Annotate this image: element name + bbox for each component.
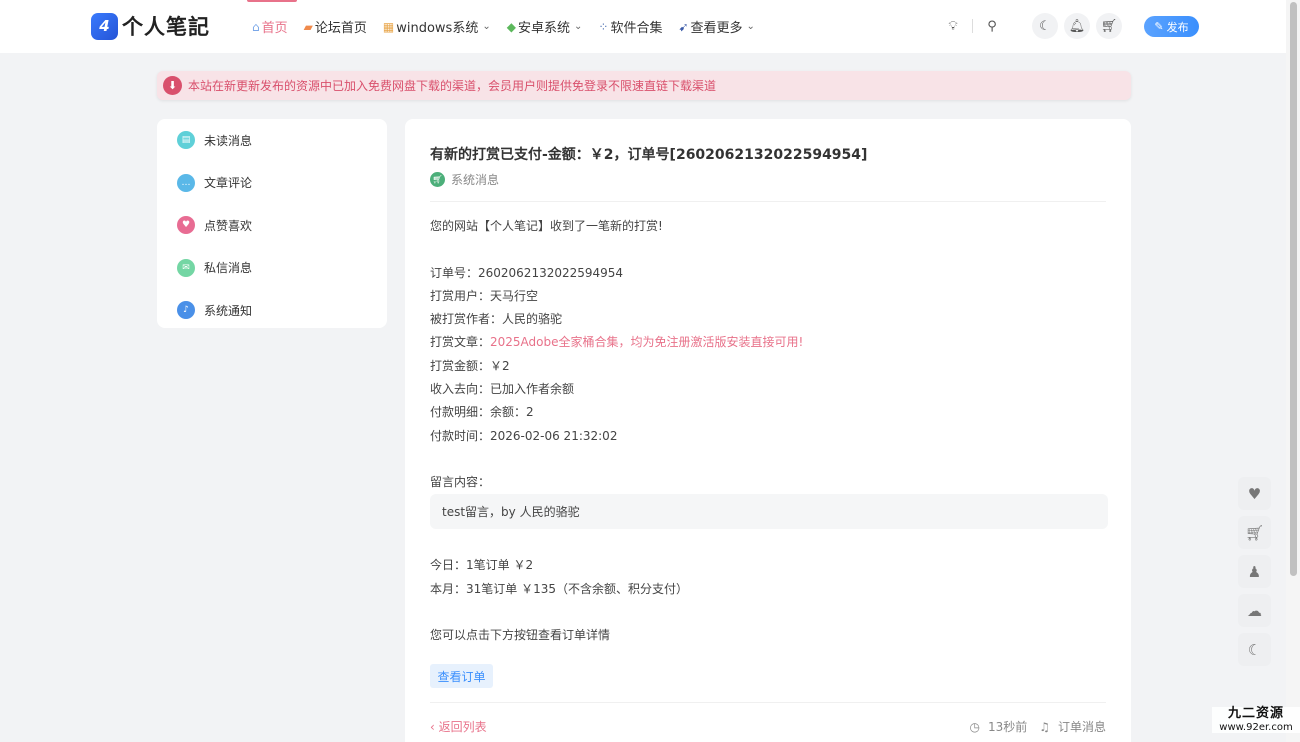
floating-toolbar: ♥ 🛒︎ ♟ ☁ ☾ xyxy=(1238,477,1271,672)
header-tools: 💡︎ ⚲ xyxy=(940,14,1005,38)
nav-label: 软件合集 xyxy=(610,21,663,36)
divider xyxy=(430,702,1106,703)
sidebar-item-likes[interactable]: ♥ 点赞喜欢 xyxy=(157,204,387,247)
article-prefix: 打赏文章： xyxy=(430,335,491,349)
nav-label: 查看更多 xyxy=(690,21,743,36)
logo-text: 个人笔記 xyxy=(122,15,210,39)
divider xyxy=(430,201,1106,202)
nav-label: 首页 xyxy=(261,21,288,36)
watermark-title: 九二资源 xyxy=(1227,706,1284,721)
nav-label: 安卓系统 xyxy=(517,21,570,36)
article-link[interactable]: 2025Adobe全家桶合集，均为免注册激活版安装直接可用! xyxy=(490,335,803,349)
nav-windows[interactable]: ▦ windows系统 ⌄ xyxy=(382,17,491,37)
cart-icon: 🛒︎ xyxy=(430,172,445,187)
cart-icon[interactable]: 🛒︎ xyxy=(1238,516,1271,549)
sidebar-item-label: 系统通知 xyxy=(204,303,253,318)
tip-user: 打赏用户：天马行空 xyxy=(430,289,539,303)
nav-software[interactable]: ⁘ 软件合集 xyxy=(598,17,663,37)
message-detail-card: 有新的打赏已支付-金额：￥2，订单号[2602062132022594954] … xyxy=(405,119,1131,742)
header-actions: ☾ 🔔︎ 🛒︎ xyxy=(1032,13,1122,39)
chevron-down-icon: ⌄ xyxy=(573,21,583,32)
nav-android[interactable]: ◆ 安卓系统 ⌄ xyxy=(506,17,583,37)
pencil-icon: ✎ xyxy=(1154,20,1164,33)
comment-label: 留言内容： xyxy=(430,475,491,489)
page-scrollbar[interactable] xyxy=(1286,0,1300,742)
android-icon: ◆ xyxy=(506,19,516,34)
divider xyxy=(972,19,973,33)
hint-text: 您可以点击下方按钮查看订单详情 xyxy=(430,628,611,642)
moon-icon[interactable]: ☾ xyxy=(1032,13,1058,39)
payment-detail: 付款明细：余额：2 xyxy=(430,405,534,419)
header: 4 个人笔記 ⌂ 首页 ▰ 论坛首页 ▦ windows系统 ⌄ ◆ 安卓系统 … xyxy=(0,0,1286,53)
order-number: 订单号：2602062132022594954 xyxy=(430,266,624,280)
heart-icon: ♥ xyxy=(177,216,195,235)
more-icon: ➹ xyxy=(678,19,689,34)
sidebar-item-system[interactable]: ♪ 系统通知 xyxy=(157,289,387,332)
sidebar-item-label: 未读消息 xyxy=(204,133,253,148)
chevron-down-icon: ⌄ xyxy=(482,21,491,32)
nav-home[interactable]: ⌂ 首页 xyxy=(252,17,288,37)
sidebar-item-label: 私信消息 xyxy=(204,261,253,276)
message-footer-meta: ◷ 13秒前 ♫ 订单消息 xyxy=(969,718,1106,735)
wechat-icon[interactable]: ☁ xyxy=(1238,594,1271,627)
sidebar-item-private[interactable]: ✉ 私信消息 xyxy=(157,247,387,290)
message-title: 有新的打赏已支付-金额：￥2，订单号[2602062132022594954] xyxy=(430,147,868,163)
tip-article: 打赏文章：2025Adobe全家桶合集，均为免注册激活版安装直接可用! xyxy=(430,333,803,350)
comment-text: test留言，by 人民的骆驼 xyxy=(442,505,580,519)
nav-label: windows系统 xyxy=(396,21,479,36)
publish-label: 发布 xyxy=(1166,20,1189,34)
tip-amount: 打赏金额：￥2 xyxy=(430,359,510,373)
site-logo[interactable]: 4 个人笔記 xyxy=(91,12,210,40)
sidebar-item-label: 点赞喜欢 xyxy=(204,218,253,233)
clock-icon: ◷ xyxy=(969,719,980,734)
intro-text: 您的网站【个人笔记】收到了一笔新的打赏! xyxy=(430,219,663,233)
sidebar-item-comments[interactable]: … 文章评论 xyxy=(157,162,387,205)
watermark: 九二资源 www.92er.com xyxy=(1212,706,1300,734)
income-destination: 收入去向：已加入作者余额 xyxy=(430,382,575,396)
lightbulb-icon[interactable]: 💡︎ xyxy=(940,13,966,39)
bell-icon[interactable]: 🔔︎ xyxy=(1064,13,1090,39)
message-type: 订单消息 xyxy=(1057,720,1106,734)
watermark-url: www.92er.com xyxy=(1219,721,1293,733)
back-to-list-link[interactable]: ‹ 返回列表 xyxy=(430,718,487,735)
message-category: 🛒︎ 系统消息 xyxy=(430,171,499,188)
view-order-button[interactable]: 查看订单 xyxy=(430,664,493,688)
main-nav: ⌂ 首页 ▰ 论坛首页 ▦ windows系统 ⌄ ◆ 安卓系统 ⌄ ⁘ 软件合… xyxy=(252,0,771,53)
unread-message-icon: ▤ xyxy=(177,131,195,150)
search-icon[interactable]: ⚲ xyxy=(979,13,1005,39)
private-message-icon: ✉ xyxy=(177,258,195,277)
moon-icon[interactable]: ☾ xyxy=(1238,633,1271,666)
sidebar-item-label: 文章评论 xyxy=(204,176,253,191)
scrollbar-thumb[interactable] xyxy=(1290,2,1297,576)
apps-icon: ⁘ xyxy=(598,19,609,34)
comment-content: test留言，by 人民的骆驼 xyxy=(430,494,1108,529)
heart-icon[interactable]: ♥ xyxy=(1238,477,1271,510)
nav-label: 论坛首页 xyxy=(314,21,367,36)
logo-icon: 4 xyxy=(91,12,118,40)
comment-icon: … xyxy=(177,173,195,192)
tip-author: 被打赏作者：人民的骆驼 xyxy=(430,312,563,326)
nav-more[interactable]: ➹ 查看更多 ⌄ xyxy=(678,17,755,37)
category-label: 系统消息 xyxy=(451,173,500,187)
bell-icon: ♫ xyxy=(1039,719,1050,734)
month-summary: 本月：31笔订单 ￥135（不含余额、积分支付） xyxy=(430,582,688,596)
payment-time: 付款时间：2026-02-06 21:32:02 xyxy=(430,429,618,443)
home-icon: ⌂ xyxy=(252,19,260,34)
download-icon: ⬇ xyxy=(163,76,182,95)
today-summary: 今日：1笔订单 ￥2 xyxy=(430,558,534,572)
nav-forum[interactable]: ▰ 论坛首页 xyxy=(303,17,367,37)
qq-icon[interactable]: ♟ xyxy=(1238,555,1271,588)
notice-text: 本站在新更新发布的资源中已加入免费网盘下载的渠道，会员用户则提供免登录不限速直链… xyxy=(188,79,717,93)
notice-bar: ⬇ 本站在新更新发布的资源中已加入免费网盘下载的渠道，会员用户则提供免登录不限速… xyxy=(157,71,1131,100)
sidebar-item-unread[interactable]: ▤ 未读消息 xyxy=(157,119,387,162)
forum-icon: ▰ xyxy=(303,19,313,34)
cart-icon[interactable]: 🛒︎ xyxy=(1096,13,1122,39)
message-sidebar: ▤ 未读消息 … 文章评论 ♥ 点赞喜欢 ✉ 私信消息 ♪ 系统通知 xyxy=(157,119,387,328)
windows-icon: ▦ xyxy=(382,19,395,34)
time-ago: 13秒前 xyxy=(987,720,1028,734)
bell-icon: ♪ xyxy=(177,301,195,320)
publish-button[interactable]: ✎ 发布 xyxy=(1144,16,1199,37)
chevron-down-icon: ⌄ xyxy=(746,21,755,32)
